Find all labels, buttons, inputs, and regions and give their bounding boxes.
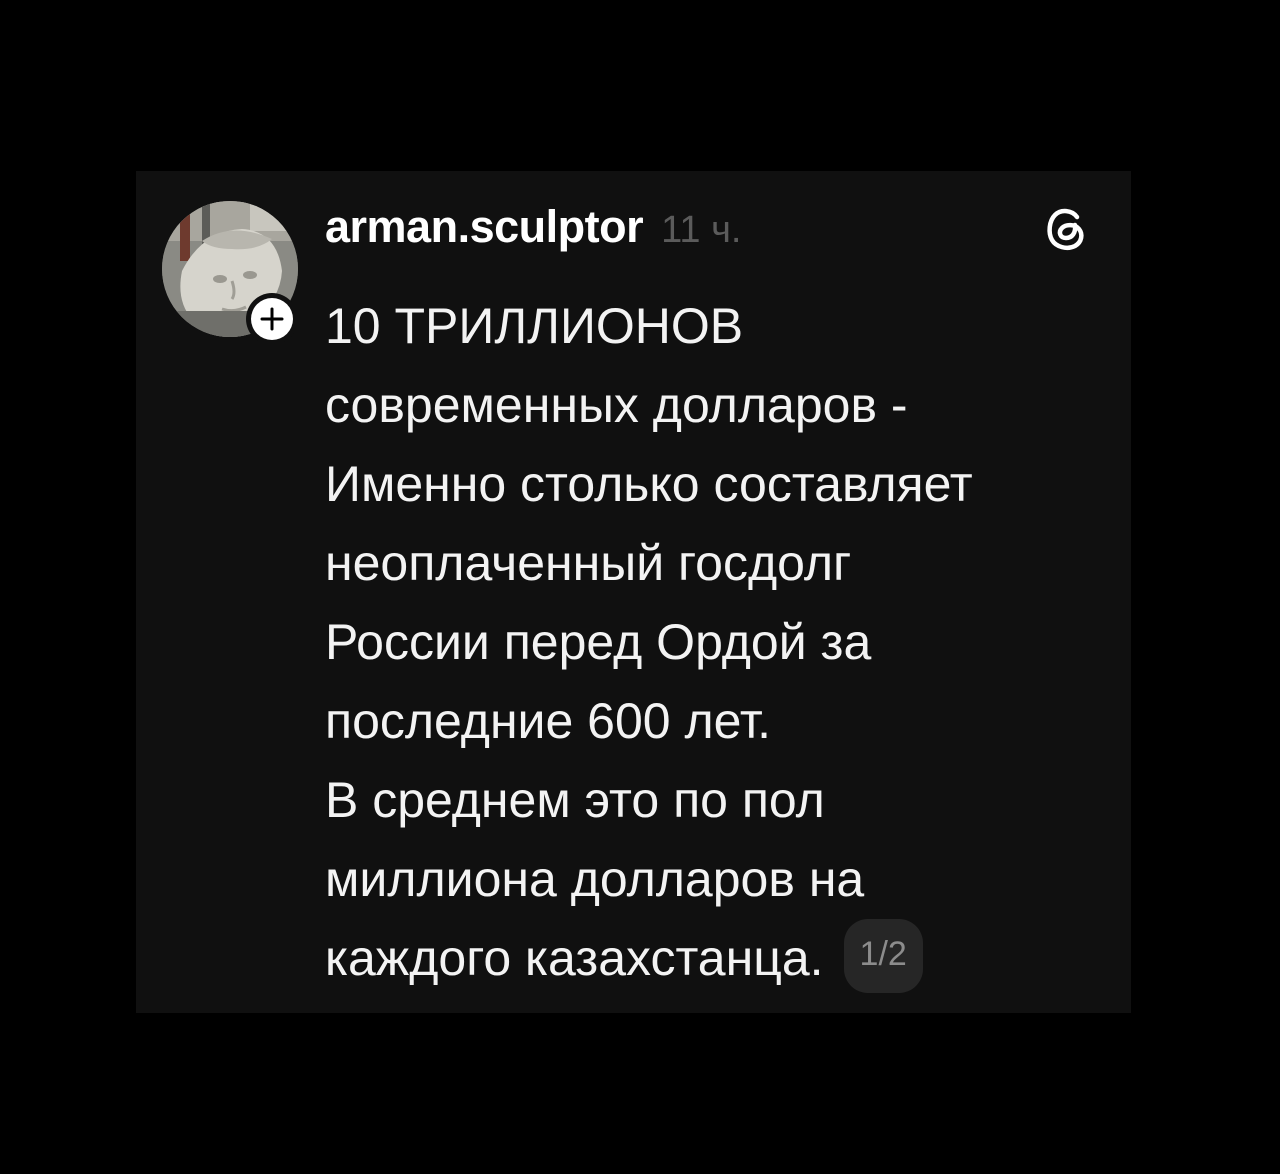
post-line: последние 600 лет. [325,693,772,749]
post-line: В среднем это по пол [325,772,825,828]
post-body: 10 ТРИЛЛИОНОВ современных долларов - Име… [325,287,1115,999]
post-line: неоплаченный госдолг [325,535,852,591]
post-line-last: каждого казахстанца. 1/2 [325,918,1115,999]
username-link[interactable]: arman.sculptor [325,201,644,253]
post-line: Именно столько составляет [325,456,973,512]
post-line: современных долларов - [325,377,908,433]
threads-post-card: arman.sculptor 11 ч. 10 ТРИЛЛИОНОВ совре… [136,171,1131,1013]
post-line: миллиона долларов на [325,851,865,907]
author-avatar-container[interactable] [162,201,298,345]
post-timestamp: 11 ч. [661,209,742,251]
page-indicator-badge: 1/2 [843,918,923,993]
post-header: arman.sculptor 11 ч. [325,201,741,263]
threads-logo-icon [1039,201,1093,255]
post-line: 10 ТРИЛЛИОНОВ [325,298,744,354]
plus-icon [260,307,284,331]
post-line-text: каждого казахстанца. [325,930,824,986]
follow-button-inner [251,298,293,340]
post-line: России перед Ордой за [325,614,872,670]
follow-button[interactable] [246,293,298,345]
